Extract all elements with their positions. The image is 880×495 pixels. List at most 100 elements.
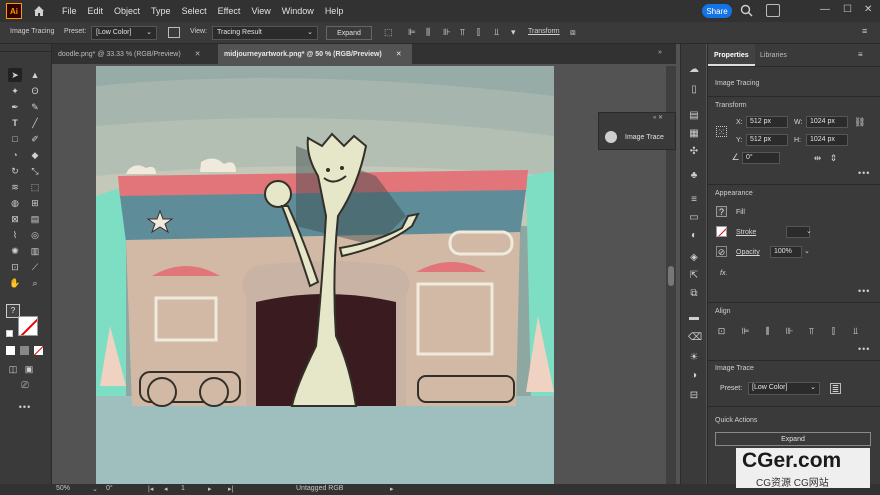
rotate-tool-icon[interactable]: ↻ [8, 164, 22, 178]
layers-stack-icon[interactable]: ◈ [688, 252, 700, 264]
expand-button[interactable]: Expand [326, 26, 372, 40]
fill-swatch[interactable]: ? [716, 206, 727, 217]
last-artboard-icon[interactable]: ▸| [228, 485, 233, 493]
menu-view[interactable]: View [251, 6, 270, 16]
search-icon[interactable] [740, 4, 753, 17]
trace-panel-icon[interactable] [168, 27, 180, 38]
transparency-icon[interactable]: ◐ [688, 230, 700, 242]
artboards-icon[interactable]: ⧉ [688, 288, 700, 300]
y-field[interactable]: 512 px [746, 134, 788, 146]
align-top-icon[interactable]: ⫪ [806, 326, 817, 337]
minimize-icon[interactable]: — [820, 4, 830, 15]
comments-icon[interactable]: ▬ [688, 312, 700, 324]
perspective-grid-tool-icon[interactable]: ⊞ [28, 196, 42, 210]
menu-effect[interactable]: Effect [218, 6, 241, 16]
brushes-icon[interactable]: ✣ [688, 146, 700, 158]
x-field[interactable]: 512 px [746, 116, 788, 128]
menu-edit[interactable]: Edit [88, 6, 104, 16]
arrange-documents-icon[interactable] [766, 4, 780, 17]
zoom-tool-icon[interactable]: ⌕ [28, 276, 42, 290]
stroke-weight-chevron-icon[interactable]: ⌄ [806, 227, 812, 235]
info-icon[interactable]: ◑ [688, 370, 700, 382]
align-center-icon[interactable]: ⫼ [426, 27, 430, 38]
hand-tool-icon[interactable]: ✋ [8, 276, 22, 290]
links-icon[interactable]: ⌫ [688, 332, 702, 344]
first-artboard-icon[interactable]: |◂ [148, 485, 153, 493]
symbol-sprayer-tool-icon[interactable]: ✺ [8, 244, 22, 258]
eraser-tool-icon[interactable]: ◆ [28, 148, 42, 162]
width-field[interactable]: 1024 px [806, 116, 848, 128]
tab-libraries[interactable]: Libraries [754, 44, 793, 66]
stroke-swatch[interactable] [716, 226, 727, 237]
status-expand-icon[interactable]: ▸ [390, 485, 394, 493]
column-graph-tool-icon[interactable]: ▥ [28, 244, 42, 258]
close-icon[interactable]: ✕ [864, 4, 872, 15]
constrain-proportions-icon[interactable]: ⛓ [854, 117, 865, 128]
tab-properties[interactable]: Properties [708, 44, 755, 66]
menu-type[interactable]: Type [151, 6, 171, 16]
align-panel-icon[interactable]: ⊟ [688, 390, 700, 402]
menu-object[interactable]: Object [114, 6, 140, 16]
more-options-icon[interactable]: ••• [858, 168, 870, 178]
share-button[interactable]: Share [702, 4, 732, 18]
type-tool-icon[interactable]: T [8, 116, 22, 130]
align-right-icon[interactable]: ⊪ [443, 27, 451, 38]
blend-tool-icon[interactable]: ◎ [28, 228, 42, 242]
rectangle-tool-icon[interactable]: □ [8, 132, 22, 146]
stroke-label[interactable]: Stroke [736, 229, 756, 236]
traced-artwork[interactable] [96, 66, 554, 484]
align-bottom-icon[interactable]: ⫫ [850, 326, 861, 337]
panel-menu-icon[interactable]: ≡ [862, 26, 867, 36]
align-vcenter-icon[interactable]: ⫿ [828, 326, 839, 337]
gradient-tool-icon[interactable]: ▤ [28, 212, 42, 226]
tab-doodle[interactable]: doodle.png* @ 33.33 % (RGB/Preview) ✕ [52, 44, 216, 64]
scroll-thumb[interactable] [668, 266, 674, 286]
panel-menu-icon[interactable]: ≡ [858, 50, 863, 59]
pen-tool-icon[interactable]: ✒ [8, 100, 22, 114]
previous-artboard-icon[interactable]: ◂ [164, 485, 168, 493]
transform-link[interactable]: Transform [528, 28, 560, 35]
image-trace-icon[interactable] [605, 131, 617, 143]
flip-vertical-icon[interactable]: ⇕ [828, 153, 839, 164]
align-right-icon[interactable]: ⊪ [784, 326, 795, 337]
artboard-canvas[interactable] [96, 66, 554, 484]
export-icon[interactable]: ⇱ [688, 270, 700, 282]
stroke-icon[interactable]: ▭ [688, 212, 700, 224]
menu-file[interactable]: File [62, 6, 77, 16]
stroke-swatch-icon[interactable] [18, 316, 38, 336]
image-trace-panel-icon[interactable]: ≣ [830, 383, 841, 394]
align-top-icon[interactable]: ⫪ [460, 27, 465, 38]
align-left-icon[interactable]: ⊫ [408, 27, 416, 38]
home-icon[interactable] [32, 4, 46, 18]
preset-select[interactable]: [Low Color] ⌄ [91, 26, 157, 40]
height-field[interactable]: 1024 px [806, 134, 848, 146]
image-trace-panel-label[interactable]: Image Trace [625, 134, 664, 141]
effects-button[interactable]: fx. [720, 270, 727, 277]
screen-mode-icon[interactable]: ⎚ [18, 378, 32, 392]
edit-toolbar-icon[interactable]: ••• [18, 400, 32, 414]
rotate-field[interactable]: 0° [742, 152, 780, 164]
selection-tool-icon[interactable]: ➤ [8, 68, 22, 82]
next-artboard-icon[interactable]: ▸ [208, 485, 212, 493]
menu-select[interactable]: Select [182, 6, 207, 16]
draw-mode-icon[interactable]: ◫ [6, 362, 20, 376]
distribute-icon[interactable]: ▾ [511, 27, 516, 38]
opacity-label[interactable]: Opacity [736, 249, 760, 256]
tab-midjourneyartwork[interactable]: midjourneyartwork.png* @ 50 % (RGB/Previ… [218, 44, 412, 64]
quick-expand-button[interactable]: Expand [715, 432, 871, 446]
reference-point-icon[interactable]: ⁙ [716, 126, 727, 137]
gradient-mode-icon[interactable] [20, 346, 29, 355]
zoom-level[interactable]: 50% [56, 485, 70, 492]
close-tab-icon[interactable]: ✕ [195, 51, 201, 58]
free-transform-tool-icon[interactable]: ⬚ [28, 180, 42, 194]
align-to-icon[interactable]: ⊡ [716, 326, 727, 337]
character-icon[interactable]: ♣ [688, 170, 700, 182]
more-options-icon[interactable]: ••• [858, 344, 870, 354]
toolbar-grip[interactable] [0, 44, 52, 52]
align-middle-icon[interactable]: ⫿ [477, 27, 480, 38]
tabs-overflow-icon[interactable]: » [658, 49, 662, 56]
properties-icon[interactable]: ▯ [688, 84, 700, 96]
lasso-tool-icon[interactable]: ʘ [28, 84, 42, 98]
default-colors-icon[interactable] [6, 330, 13, 337]
close-tab-icon[interactable]: ✕ [396, 51, 402, 58]
